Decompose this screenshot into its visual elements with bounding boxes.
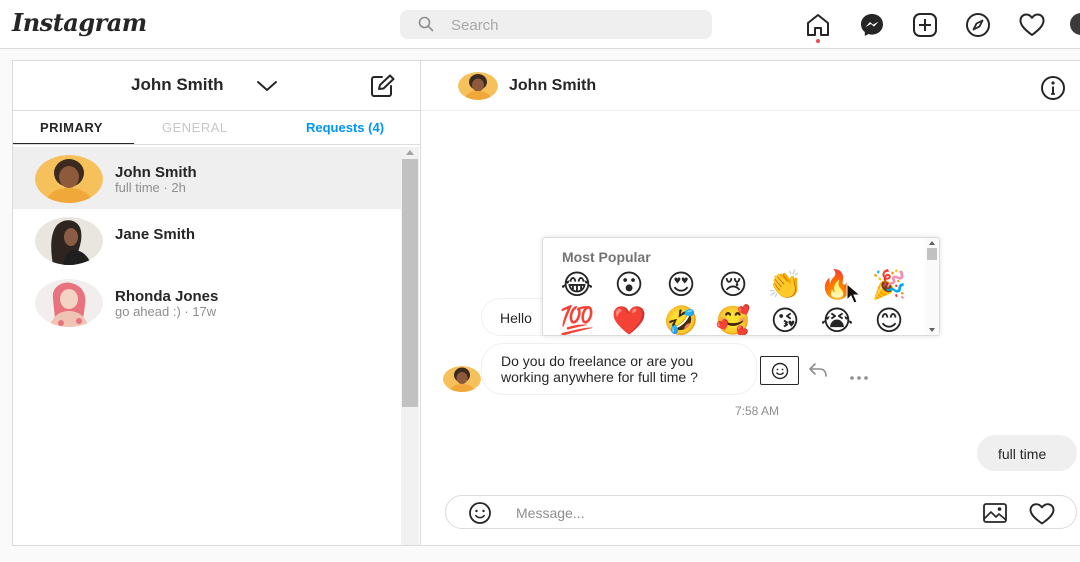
new-post-icon[interactable]	[912, 12, 938, 38]
avatar[interactable]	[443, 366, 481, 392]
avatar	[35, 279, 103, 327]
top-navigation-bar: Instagram Search	[0, 0, 1080, 49]
home-icon[interactable]	[805, 12, 831, 38]
chevron-down-icon[interactable]	[256, 79, 278, 97]
more-options-icon[interactable]	[849, 368, 869, 386]
conversation-column: John Smith Hello Do you do freelance or …	[421, 61, 1080, 545]
activity-heart-icon[interactable]	[1018, 12, 1045, 38]
scroll-up-arrow-icon[interactable]	[929, 241, 935, 245]
emoji-surprised[interactable]: 😮	[607, 268, 651, 302]
sent-message[interactable]: full time	[977, 435, 1077, 471]
emoji-reaction-picker: Most Popular 😂 😮 😍 😢 👏 🔥 🎉 💯 ❤️ 🤣 🥰 😘 😭 …	[542, 237, 940, 336]
react-button[interactable]	[760, 356, 799, 385]
emoji-red-heart[interactable]: ❤️	[607, 304, 651, 335]
thread-item-jane-smith[interactable]: Jane Smith	[13, 209, 401, 271]
direct-messages-panel: John Smith PRIMARY GENERAL Requests (4) …	[12, 60, 1080, 546]
message-input[interactable]: Message...	[516, 505, 584, 521]
avatar	[35, 217, 103, 265]
scroll-up-arrow-icon[interactable]	[406, 150, 414, 155]
picker-scrollbar-thumb[interactable]	[927, 248, 937, 260]
message-timestamp: 7:58 AM	[735, 404, 780, 418]
tab-primary[interactable]: PRIMARY	[40, 120, 103, 135]
explore-icon[interactable]	[965, 12, 991, 38]
thread-name: Rhonda Jones	[115, 288, 219, 305]
info-icon[interactable]	[1040, 75, 1066, 106]
thread-preview: go ahead :) · 17w	[115, 304, 217, 319]
emoji-heart-eyes[interactable]: 😍	[659, 268, 703, 302]
thread-preview: full time · 2h	[115, 180, 186, 195]
search-icon	[418, 16, 434, 37]
reply-icon[interactable]	[808, 362, 828, 383]
emoji-joy[interactable]: 😂	[555, 268, 599, 302]
smiley-icon	[771, 362, 789, 380]
avatar	[35, 155, 103, 203]
emoji-rofl[interactable]: 🤣	[659, 304, 703, 335]
thread-name: Jane Smith	[115, 226, 196, 243]
mouse-pointer-icon	[846, 282, 862, 310]
avatar[interactable]	[458, 72, 498, 100]
inbox-scrollbar-thumb[interactable]	[402, 159, 418, 407]
inbox-header: John Smith	[13, 61, 420, 111]
messenger-icon[interactable]	[859, 12, 885, 38]
tab-general[interactable]: GENERAL	[162, 120, 228, 135]
thread-name: John Smith	[115, 164, 197, 181]
received-message[interactable]: Do you do freelance or are you working a…	[481, 343, 757, 395]
tab-requests[interactable]: Requests (4)	[306, 120, 384, 135]
home-notification-dot	[816, 39, 820, 43]
inbox-tabs: PRIMARY GENERAL Requests (4)	[13, 112, 420, 145]
thread-item-john-smith[interactable]: John Smith full time · 2h	[13, 147, 401, 209]
conversation-title[interactable]: John Smith	[509, 77, 596, 95]
search-input[interactable]: Search	[451, 17, 499, 34]
emoji-smiling-hearts[interactable]: 🥰	[711, 304, 755, 335]
conversation-header: John Smith	[421, 61, 1080, 111]
account-switcher-name[interactable]: John Smith	[131, 75, 224, 95]
message-line: Do you do freelance or are you	[501, 353, 694, 369]
instagram-logo[interactable]: Instagram	[12, 8, 147, 37]
message-line: working anywhere for full time ?	[501, 369, 698, 385]
like-heart-icon[interactable]	[1028, 502, 1056, 531]
thread-item-rhonda-jones[interactable]: Rhonda Jones go ahead :) · 17w	[13, 271, 401, 333]
emoji-clap[interactable]: 👏	[763, 268, 807, 302]
emoji-party-popper[interactable]: 🎉	[867, 268, 911, 302]
active-tab-indicator	[13, 143, 134, 144]
emoji-kiss[interactable]: 😘	[763, 304, 807, 335]
emoji-icon[interactable]	[468, 501, 492, 530]
message-composer: Message...	[445, 495, 1077, 529]
picker-title: Most Popular	[562, 249, 651, 265]
emoji-hundred[interactable]: 💯	[555, 304, 599, 335]
image-upload-icon[interactable]	[982, 502, 1008, 529]
inbox-column: John Smith PRIMARY GENERAL Requests (4) …	[13, 61, 421, 545]
scroll-down-arrow-icon[interactable]	[929, 328, 935, 332]
new-message-icon[interactable]	[370, 74, 396, 103]
search-box[interactable]: Search	[400, 10, 712, 39]
profile-avatar[interactable]	[1070, 13, 1080, 35]
emoji-crying[interactable]: 😢	[711, 268, 755, 302]
emoji-blush[interactable]: 😊	[867, 304, 911, 335]
